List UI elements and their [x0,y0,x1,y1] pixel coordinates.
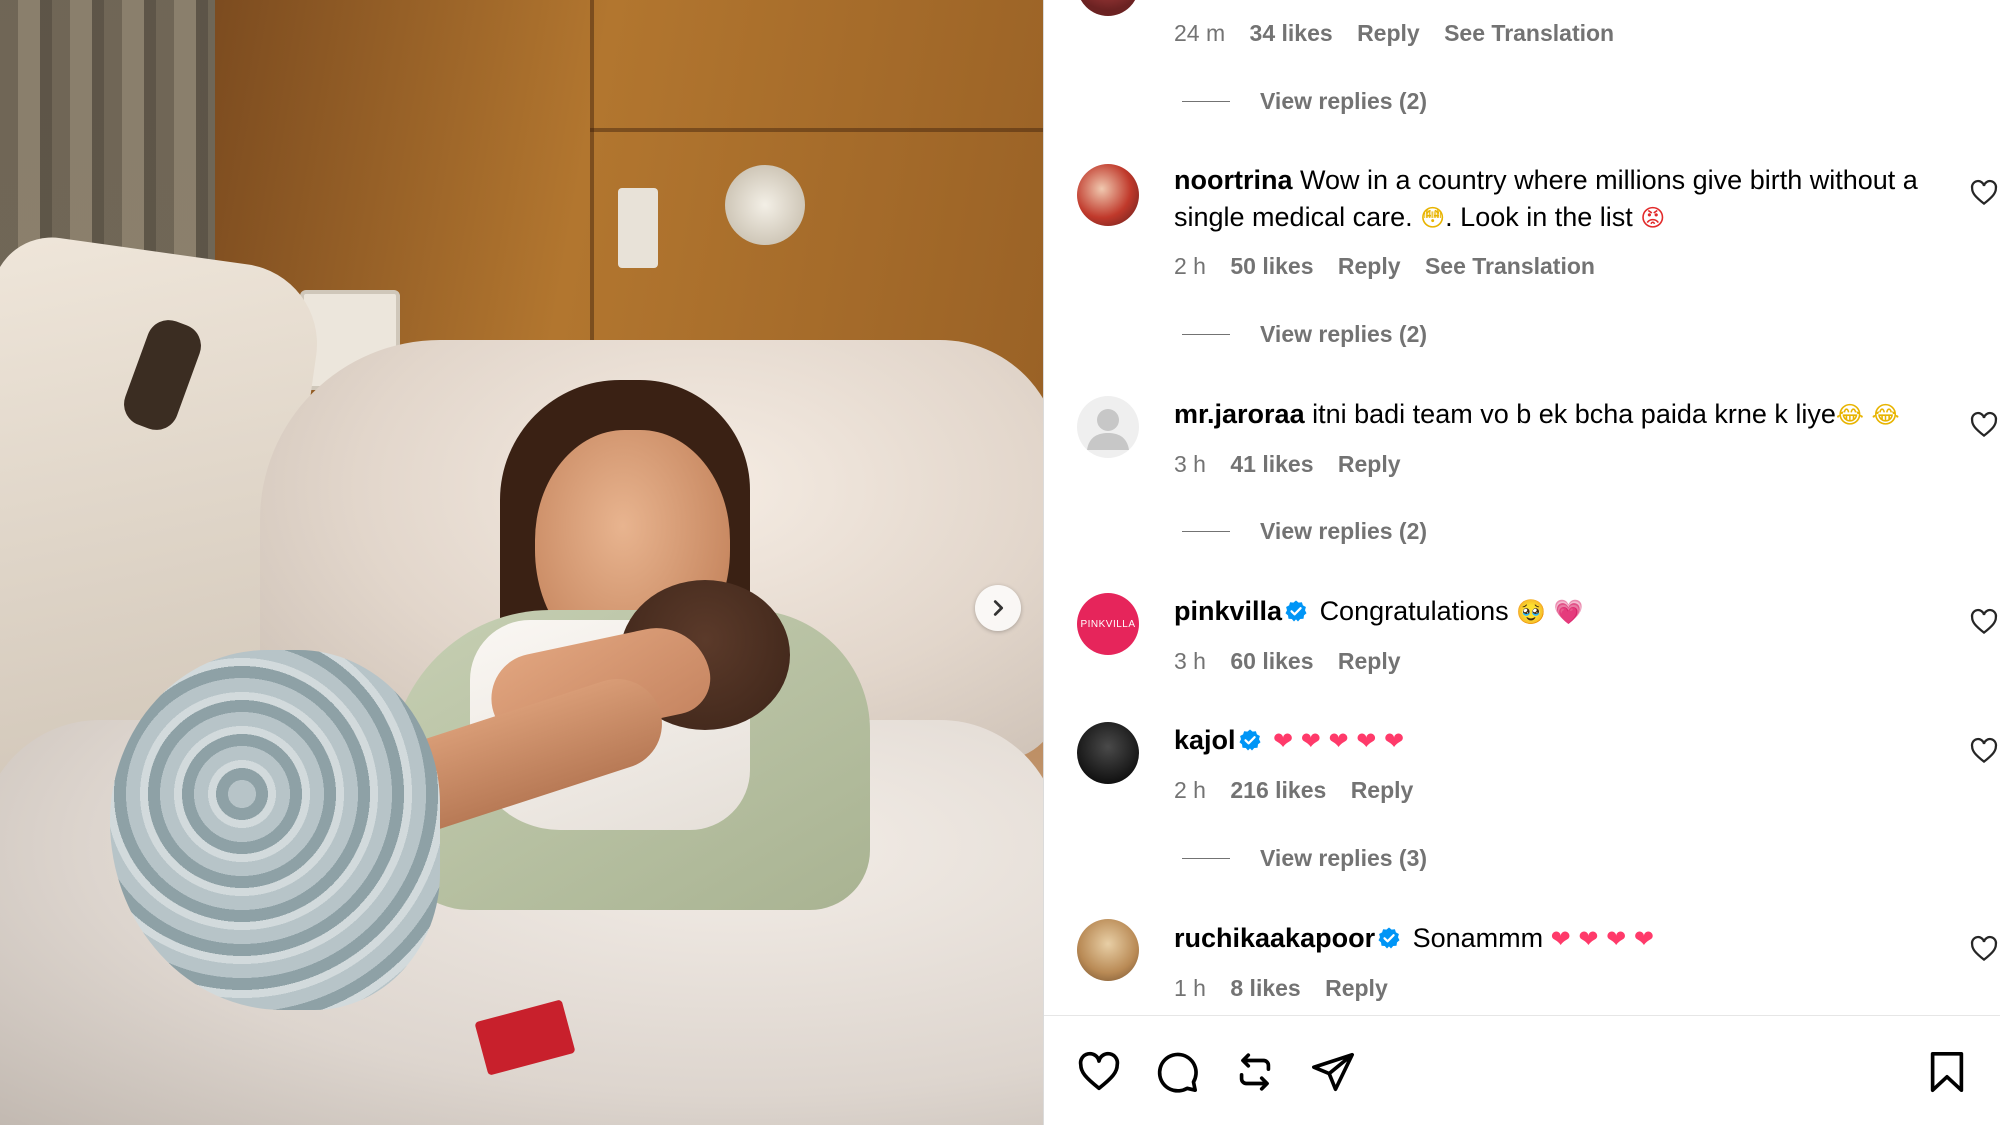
comment-username[interactable]: mr.jaroraa [1174,399,1305,429]
comment-text: noortrina Wow in a country where million… [1174,162,1934,237]
comment-meta: 2 h 50 likes Reply See Translation [1174,253,1613,280]
comment-text: ruchikaakapoor Sonammm ❤ ❤ ❤ ❤ [1174,920,1934,958]
view-replies-label: View replies (2) [1260,321,1428,347]
verified-badge-icon [1239,729,1261,751]
comment-icon[interactable] [1154,1049,1200,1095]
view-replies-label: View replies (2) [1260,88,1428,114]
comment-meta: 3 h 60 likes Reply [1174,648,1419,675]
view-replies-button[interactable]: View replies (3) [1182,845,1427,872]
repost-icon[interactable] [1232,1049,1278,1095]
reply-button[interactable]: Reply [1338,451,1401,477]
view-replies-button[interactable]: View replies (2) [1182,518,1427,545]
comment-body-cont: . Look in the list [1445,202,1633,232]
comment-likes[interactable]: 8 likes [1230,975,1300,1001]
comment-body: Sonammm [1412,923,1544,953]
see-translation-button[interactable]: See Translation [1425,253,1595,279]
comment-username[interactable]: ruchikaakapoor [1174,923,1375,953]
comment-username[interactable]: kajol [1174,725,1236,755]
comment-time: 1 h [1174,975,1206,1001]
comment-meta: 2 h 216 likes Reply [1174,777,1431,804]
emoji: 😳 [1420,204,1446,232]
comment-username[interactable]: noortrina [1174,165,1293,195]
avatar[interactable] [1077,919,1139,981]
emoji: 😂 [1871,401,1900,429]
wall-seam [590,128,1043,132]
post-photo [0,0,1043,1125]
like-comment-heart-icon[interactable] [1969,410,1999,440]
comment-time: 2 h [1174,777,1206,803]
emoji: 💗 [1553,598,1584,626]
emoji: 😂 [1835,401,1864,429]
comment-likes[interactable]: 34 likes [1250,20,1333,46]
reply-button[interactable]: Reply [1357,20,1420,46]
reply-button[interactable]: Reply [1338,648,1401,674]
like-comment-heart-icon[interactable] [1969,934,1999,964]
verified-badge-icon [1285,600,1307,622]
comment-likes[interactable]: 216 likes [1230,777,1326,803]
view-replies-button[interactable]: View replies (2) [1182,321,1427,348]
see-translation-button[interactable]: See Translation [1444,20,1614,46]
like-comment-heart-icon[interactable] [1969,736,1999,766]
view-replies-label: View replies (2) [1260,518,1428,544]
emoji: 🥹 [1516,598,1547,626]
comment-text: pinkvilla Congratulations 🥹 💗 [1174,593,1934,631]
comment-likes[interactable]: 41 likes [1230,451,1313,477]
chevron-right-icon [993,600,1004,616]
heart-icon[interactable] [1076,1049,1122,1095]
replies-line [1182,531,1230,532]
share-icon[interactable] [1310,1049,1356,1095]
comment-likes[interactable]: 60 likes [1230,648,1313,674]
comment-body: Congratulations [1319,596,1509,626]
avatar[interactable]: PINKVILLA [1077,593,1139,655]
comment-time: 24 m [1174,20,1226,46]
replies-line [1182,101,1230,102]
user-silhouette-icon [1087,409,1129,450]
comment-time: 2 h [1174,253,1206,279]
reply-button[interactable]: Reply [1338,253,1401,279]
view-replies-button[interactable]: View replies (2) [1182,88,1427,115]
comment-time: 3 h [1174,648,1206,674]
like-comment-heart-icon[interactable] [1969,607,1999,637]
emoji-hearts: ❤ ❤ ❤ ❤ ❤ [1273,727,1405,755]
verified-badge-icon [1378,927,1400,949]
comment-text: mr.jaroraa itni badi team vo b ek bcha p… [1174,396,1934,434]
reply-button[interactable]: Reply [1351,777,1414,803]
replies-line [1182,334,1230,335]
emoji-hearts: ❤ ❤ ❤ ❤ [1550,925,1654,953]
comment-username[interactable]: pinkvilla [1174,596,1282,626]
avatar[interactable] [1077,164,1139,226]
comment-body: itni badi team vo b ek bcha paida krne k… [1312,399,1836,429]
avatar-default[interactable] [1077,396,1139,458]
like-comment-heart-icon[interactable] [1969,178,1999,208]
comment-meta: 24 m 34 likes Reply See Translation [1174,20,1632,47]
bookmark-icon[interactable] [1924,1049,1970,1095]
post-action-bar [1044,1015,2000,1125]
view-replies-label: View replies (3) [1260,845,1428,871]
replies-line [1182,858,1230,859]
reply-button[interactable]: Reply [1325,975,1388,1001]
comment-meta: 1 h 8 likes Reply [1174,975,1406,1002]
comment-likes[interactable]: 50 likes [1230,253,1313,279]
comment-text: kajol ❤ ❤ ❤ ❤ ❤ [1174,722,1934,760]
avatar-brand-text: PINKVILLA [1080,618,1136,630]
emoji: 😡 [1640,204,1666,232]
next-photo-button[interactable] [975,585,1021,631]
avatar[interactable] [1077,0,1139,16]
comment-meta: 3 h 41 likes Reply [1174,451,1419,478]
avatar[interactable] [1077,722,1139,784]
wall-outlet [618,188,658,268]
oxygen-gauge [725,165,805,245]
comment-time: 3 h [1174,451,1206,477]
comments-list[interactable]: 24 m 34 likes Reply See Translation View… [1044,0,2000,1015]
